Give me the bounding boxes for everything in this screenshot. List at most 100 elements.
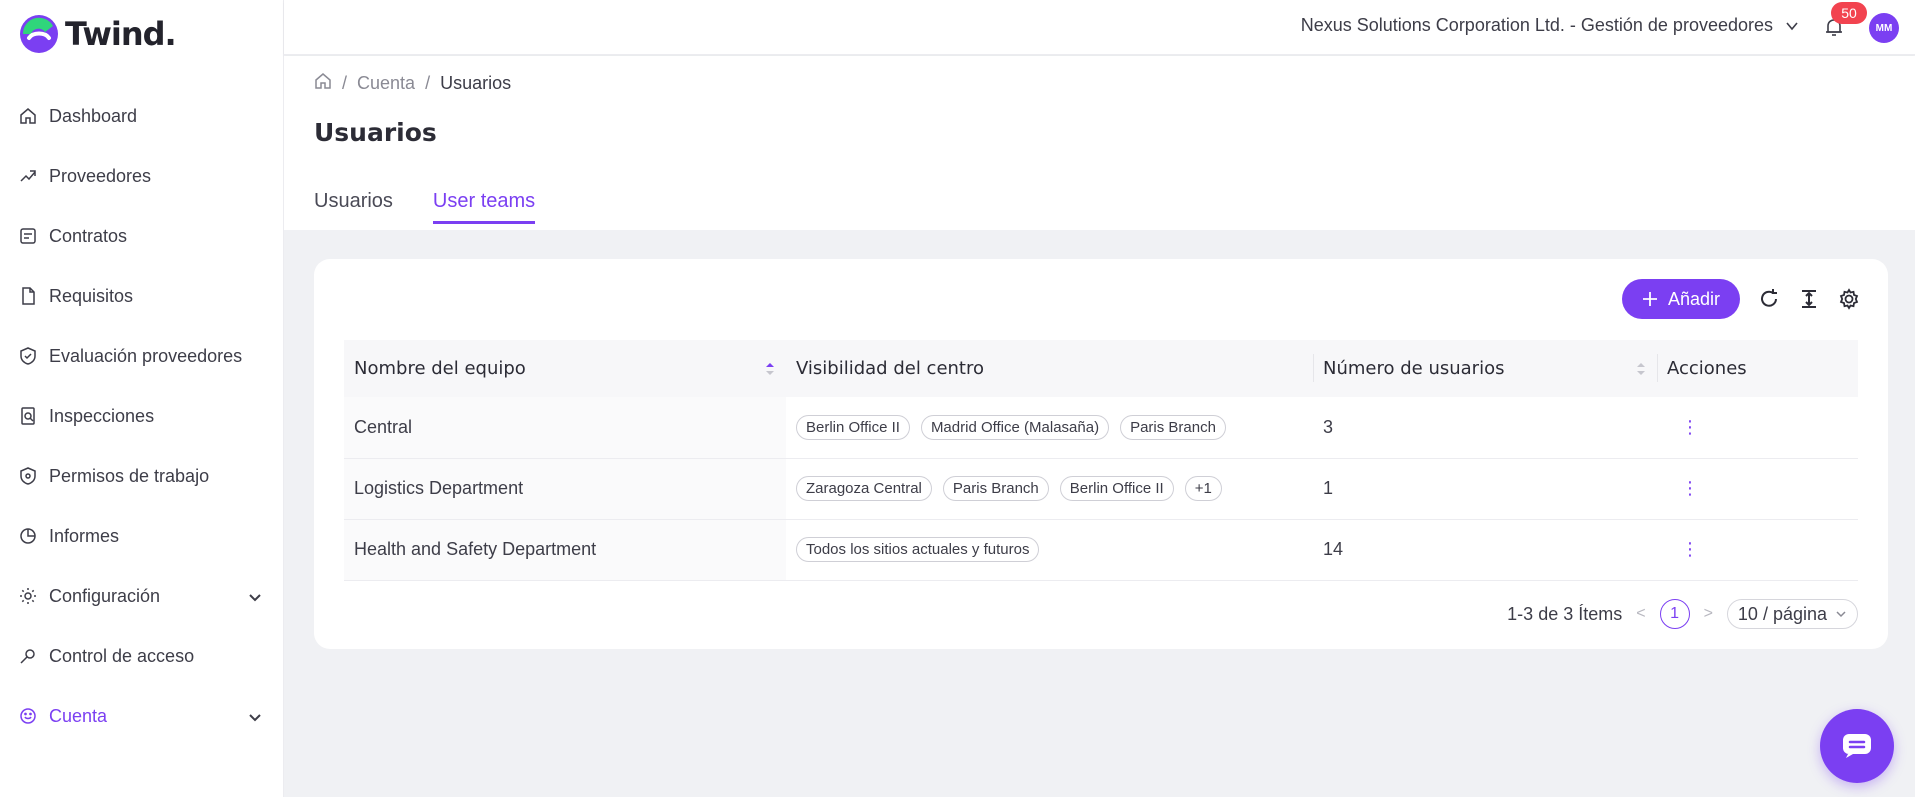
column-header-users[interactable]: Número de usuarios [1313, 340, 1657, 397]
team-name: Logistics Department [344, 458, 786, 520]
add-button[interactable]: Añadir [1621, 279, 1740, 319]
avatar[interactable]: MM [1869, 13, 1899, 43]
pie-chart-icon [19, 527, 37, 545]
column-header-name[interactable]: Nombre del equipo [344, 340, 786, 397]
sidebar-item-label: Permisos de trabajo [49, 465, 210, 486]
notification-badge: 50 [1831, 2, 1867, 24]
column-header-label: Visibilidad del centro [796, 358, 985, 379]
sidebar-item-label: Evaluación proveedores [49, 345, 243, 366]
page-title: Usuarios [314, 118, 437, 147]
org-selector[interactable]: Nexus Solutions Corporation Ltd. - Gesti… [1301, 15, 1799, 36]
column-header-label: Número de usuarios [1323, 358, 1505, 379]
more-actions-icon[interactable]: ⋮ [1667, 478, 1699, 498]
sidebar-nav: Dashboard Proveedores Contratos Requisit… [0, 86, 284, 746]
tab-user-teams[interactable]: User teams [432, 190, 536, 224]
column-height-icon[interactable] [1798, 288, 1820, 310]
column-separator [1313, 354, 1314, 382]
actions-cell: ⋮ [1657, 519, 1858, 581]
more-actions-icon[interactable]: ⋮ [1667, 417, 1699, 437]
user-count: 3 [1313, 397, 1657, 459]
sidebar-item-cuenta[interactable]: Cuenta [0, 686, 284, 746]
breadcrumb-current: Usuarios [440, 73, 512, 93]
chat-icon [1843, 734, 1871, 758]
logo[interactable]: Twind. [19, 14, 177, 54]
brand-name: Twind. [65, 15, 177, 53]
chevron-down-icon [248, 588, 262, 602]
sidebar-item-permisos[interactable]: Permisos de trabajo [0, 446, 284, 506]
visibility-cell: Zaragoza Central Paris Branch Berlin Offic… [786, 458, 1313, 520]
prev-page-icon[interactable]: < [1636, 605, 1645, 623]
site-tag: Berlin Office II [796, 414, 910, 440]
sidebar-item-requisitos[interactable]: Requisitos [0, 266, 284, 326]
page-size-select[interactable]: 10 / página [1726, 599, 1858, 629]
column-header-actions: Acciones [1657, 340, 1858, 397]
sidebar-item-label: Contratos [49, 225, 128, 246]
sidebar-item-configuracion[interactable]: Configuración [0, 566, 284, 626]
user-teams-card: Añadir Nombre del equipo Visibilidad del… [314, 259, 1888, 649]
settings-icon[interactable] [1838, 288, 1860, 310]
sidebar-item-label: Cuenta [49, 705, 108, 726]
smile-icon [19, 707, 37, 725]
breadcrumb: / Cuenta / Usuarios [314, 72, 511, 95]
key-icon [19, 647, 37, 665]
gear-icon [19, 587, 37, 605]
more-actions-icon[interactable]: ⋮ [1667, 539, 1699, 559]
more-sites-tag[interactable]: +1 [1184, 476, 1222, 501]
visibility-cell: Berlin Office II Madrid Office (Malasaña)… [786, 397, 1313, 459]
topbar: Nexus Solutions Corporation Ltd. - Gesti… [284, 0, 1915, 55]
sidebar-item-label: Control de acceso [49, 645, 195, 666]
sidebar-item-label: Inspecciones [49, 405, 155, 426]
sidebar-item-label: Configuración [49, 585, 161, 606]
tabs: Usuarios User teams [314, 190, 536, 224]
user-count: 14 [1313, 519, 1657, 581]
shield-icon [19, 467, 37, 485]
column-separator [1657, 354, 1658, 382]
team-name: Health and Safety Department [344, 519, 786, 581]
refresh-icon[interactable] [1758, 288, 1780, 310]
site-tag: Paris Branch [942, 476, 1049, 501]
actions-cell: ⋮ [1657, 397, 1858, 459]
table-row[interactable]: Central Berlin Office II Madrid Office (M… [344, 397, 1858, 459]
breadcrumb-link[interactable]: Cuenta [357, 73, 415, 94]
sidebar-item-evaluacion[interactable]: Evaluación proveedores [0, 326, 284, 386]
site-tag: Berlin Office II [1059, 476, 1174, 501]
chevron-down-icon [248, 708, 262, 722]
column-header-label: Nombre del equipo [354, 358, 526, 379]
add-button-label: Añadir [1667, 288, 1720, 309]
sidebar: Twind. Dashboard Proveedores Contratos R… [0, 0, 284, 797]
table-row[interactable]: Logistics Department Zaragoza Central Par… [344, 458, 1858, 520]
contract-icon [19, 227, 37, 245]
next-page-icon[interactable]: > [1704, 605, 1713, 623]
sidebar-item-control-acceso[interactable]: Control de acceso [0, 626, 284, 686]
site-tag: Paris Branch [1120, 414, 1226, 440]
sort-icon[interactable] [764, 361, 776, 377]
sidebar-item-contratos[interactable]: Contratos [0, 206, 284, 266]
actions-cell: ⋮ [1657, 458, 1858, 520]
logo-icon [19, 14, 59, 54]
page-number[interactable]: 1 [1659, 599, 1690, 629]
breadcrumb-separator: / [425, 73, 431, 93]
pagination: 1-3 de 3 Ítems < 1 > 10 / página [1507, 599, 1858, 629]
home-icon[interactable] [314, 72, 332, 95]
site-tag: Todos los sitios actuales y futuros [796, 537, 1040, 562]
sidebar-item-inspecciones[interactable]: Inspecciones [0, 386, 284, 446]
document-icon [19, 287, 37, 305]
plus-icon [1642, 292, 1657, 306]
breadcrumb-separator: / [342, 73, 348, 93]
sidebar-item-dashboard[interactable]: Dashboard [0, 86, 284, 146]
chat-button[interactable] [1820, 709, 1894, 783]
tab-usuarios[interactable]: Usuarios [314, 190, 393, 224]
column-header-label: Acciones [1667, 358, 1747, 379]
teams-table: Nombre del equipo Visibilidad del centro… [344, 340, 1858, 581]
sort-icon[interactable] [1635, 361, 1647, 377]
site-tag: Zaragoza Central [796, 476, 932, 501]
team-name: Central [344, 397, 786, 459]
table-toolbar: Añadir [1621, 279, 1860, 319]
table-row[interactable]: Health and Safety Department Todos los s… [344, 519, 1858, 581]
sidebar-item-proveedores[interactable]: Proveedores [0, 146, 284, 206]
pagination-summary: 1-3 de 3 Ítems [1507, 603, 1623, 624]
org-name: Nexus Solutions Corporation Ltd. - Gesti… [1300, 15, 1773, 35]
sidebar-item-informes[interactable]: Informes [0, 506, 284, 566]
sidebar-item-label: Requisitos [49, 285, 134, 306]
sidebar-item-label: Proveedores [49, 165, 152, 186]
